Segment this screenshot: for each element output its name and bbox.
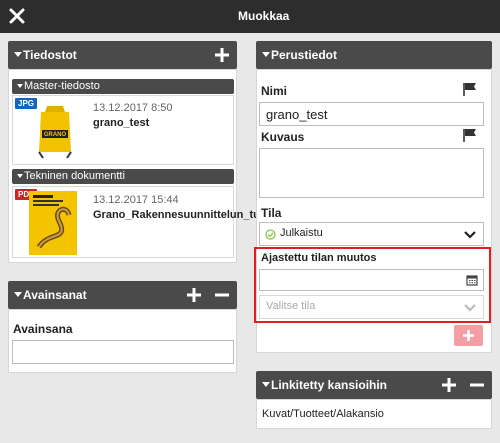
collapse-icon bbox=[14, 292, 22, 297]
basic-info-panel-title: Perustiedot bbox=[271, 48, 338, 62]
add-file-plus-icon[interactable] bbox=[213, 46, 231, 64]
keyword-label: Avainsana bbox=[13, 322, 73, 336]
flag-icon[interactable] bbox=[462, 128, 478, 142]
flag-icon[interactable] bbox=[462, 82, 478, 96]
linked-folders-panel-header[interactable]: Linkitetty kansioihin bbox=[256, 371, 492, 399]
svg-text:GRANO: GRANO bbox=[44, 132, 67, 138]
description-label: Kuvaus bbox=[261, 130, 305, 144]
check-icon bbox=[265, 229, 276, 240]
keyword-input[interactable] bbox=[12, 340, 234, 364]
catalog-thumbnail bbox=[29, 191, 77, 255]
files-panel-header[interactable]: Tiedostot bbox=[8, 41, 237, 69]
files-panel-title: Tiedostot bbox=[23, 48, 77, 62]
file-type-badge: JPG bbox=[15, 98, 38, 109]
file-name: grano_test bbox=[93, 117, 150, 129]
collapse-icon bbox=[14, 52, 22, 57]
remove-keyword-minus-icon[interactable] bbox=[213, 286, 231, 304]
highlight-box bbox=[254, 247, 491, 323]
master-file-heading[interactable]: Master-tiedosto bbox=[12, 79, 234, 94]
add-folder-plus-icon[interactable] bbox=[440, 376, 458, 394]
technical-document-heading[interactable]: Tekninen dokumentti bbox=[12, 169, 234, 184]
name-input[interactable]: grano_test bbox=[259, 102, 484, 126]
keywords-panel-header[interactable]: Avainsanat bbox=[8, 281, 237, 309]
add-keyword-plus-icon[interactable] bbox=[185, 286, 203, 304]
description-textarea[interactable] bbox=[259, 148, 484, 198]
technical-document-card[interactable]: PDF 13.12.2017 15:44 Grano_Rakennesuunni… bbox=[12, 186, 429, 258]
page-title: Muokkaa bbox=[238, 9, 290, 23]
state-select[interactable]: Julkaistu bbox=[259, 222, 484, 246]
collapse-icon bbox=[262, 52, 270, 57]
technical-document-heading-label: Tekninen dokumentti bbox=[24, 170, 125, 182]
state-value: Julkaistu bbox=[280, 227, 323, 239]
product-thumbnail: GRANO bbox=[38, 106, 72, 159]
linked-folders-panel-title: Linkitetty kansioihin bbox=[271, 378, 388, 392]
state-label: Tila bbox=[261, 206, 282, 220]
file-name: Grano_Rakennesuunnittelun_tuotekatalogi_… bbox=[93, 209, 429, 222]
master-file-heading-label: Master-tiedosto bbox=[24, 80, 100, 92]
master-file-card[interactable]: JPG GRANO 13.12.2017 8:50 grano_test bbox=[12, 95, 234, 165]
collapse-icon bbox=[262, 382, 270, 387]
collapse-icon bbox=[17, 84, 23, 88]
linked-folder-path[interactable]: Kuvat/Tuotteet/Alakansio bbox=[256, 404, 492, 426]
chevron-down-icon bbox=[464, 231, 476, 239]
collapse-icon bbox=[17, 174, 23, 178]
plus-icon bbox=[463, 330, 474, 341]
top-bar: Muokkaa bbox=[0, 0, 500, 33]
add-scheduled-change-button[interactable] bbox=[454, 325, 483, 346]
remove-folder-minus-icon[interactable] bbox=[468, 376, 486, 394]
file-date: 13.12.2017 15:44 bbox=[93, 194, 179, 206]
basic-info-panel-header[interactable]: Perustiedot bbox=[256, 41, 492, 69]
file-date: 13.12.2017 8:50 bbox=[93, 102, 173, 114]
name-label: Nimi bbox=[261, 84, 288, 98]
keywords-panel-title: Avainsanat bbox=[23, 288, 87, 302]
